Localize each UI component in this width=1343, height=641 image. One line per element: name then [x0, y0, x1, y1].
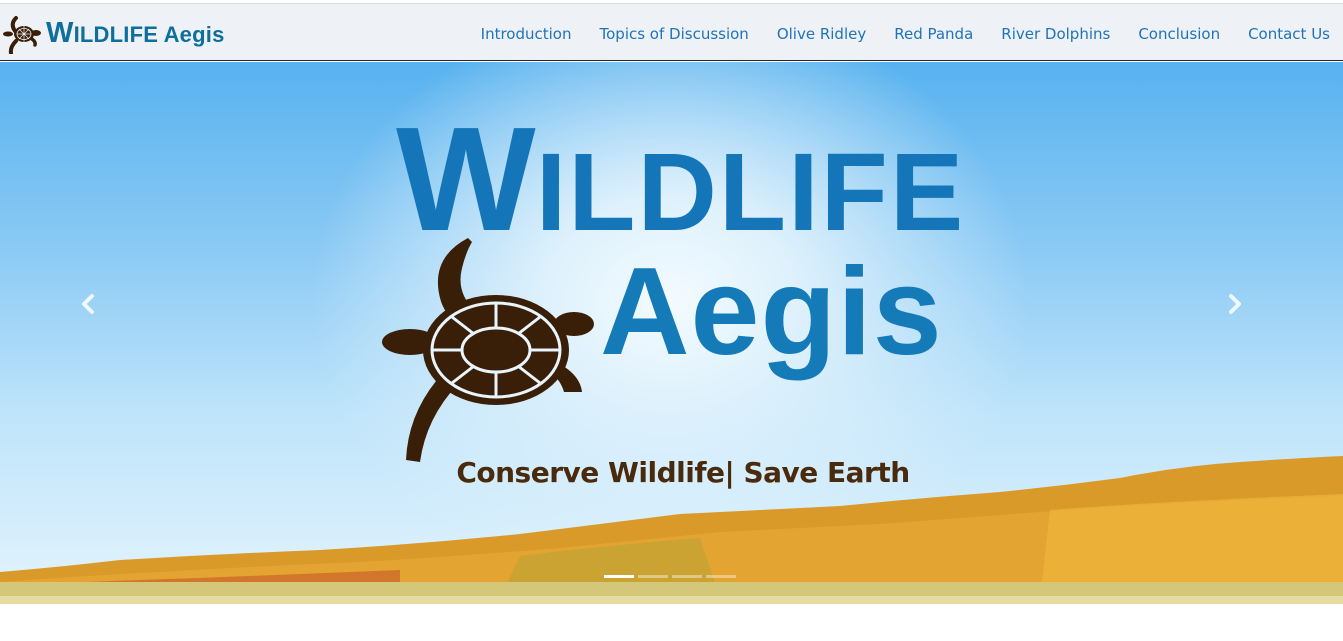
nav-item-topics: Topics of Discussion [600, 24, 749, 43]
hero-tagline: Conserve Wildlife| Save Earth [456, 456, 910, 489]
main-nav: Introduction Topics of Discussion Olive … [453, 4, 1330, 62]
nav-link-contact-us[interactable]: Contact Us [1248, 25, 1330, 43]
carousel-prev-button[interactable] [78, 286, 118, 322]
nav-item-olive-ridley: Olive Ridley [777, 24, 866, 43]
brand-initial: W [46, 16, 74, 49]
field-highlight [0, 596, 1343, 604]
nav-item-contact-us: Contact Us [1248, 24, 1330, 43]
brand-name-rest: ILDLIFE [73, 21, 159, 47]
brand-name: WILDLIFE Aegis [46, 17, 225, 50]
carousel-indicator-4[interactable] [706, 575, 736, 578]
hero-carousel: WILDLIFE Aegis Conserve Wildlife| Save E… [0, 62, 1343, 604]
turtle-icon [3, 16, 41, 54]
brand-logo[interactable]: WILDLIFE Aegis [2, 12, 225, 54]
hero-subtitle: Aegis [600, 243, 943, 381]
hero-title: WILDLIFE [396, 106, 965, 254]
nav-item-river-dolphins: River Dolphins [1001, 24, 1110, 43]
nav-item-introduction: Introduction [481, 24, 572, 43]
nav-item-red-panda: Red Panda [894, 24, 973, 43]
chevron-right-icon [1229, 294, 1241, 314]
hero-title-rest: ILDLIFE [535, 131, 966, 254]
brand-name-second: Aegis [163, 21, 225, 47]
carousel-indicator-1[interactable] [604, 575, 634, 578]
nav-link-conclusion[interactable]: Conclusion [1138, 25, 1220, 43]
hero-turtle-graphic [382, 238, 594, 462]
carousel-indicators [604, 575, 740, 578]
nav-link-river-dolphins[interactable]: River Dolphins [1001, 25, 1110, 43]
carousel-indicator-3[interactable] [672, 575, 702, 578]
carousel-indicator-2[interactable] [638, 575, 668, 578]
nav-link-red-panda[interactable]: Red Panda [894, 25, 973, 43]
nav-link-topics-of-discussion[interactable]: Topics of Discussion [600, 25, 749, 43]
top-navbar: WILDLIFE Aegis Introduction Topics of Di… [0, 3, 1343, 61]
hero-title-initial: W [396, 97, 536, 262]
nav-item-conclusion: Conclusion [1138, 24, 1220, 43]
nav-link-introduction[interactable]: Introduction [481, 25, 572, 43]
carousel-next-button[interactable] [1225, 286, 1265, 322]
chevron-left-icon [82, 294, 94, 314]
nav-link-olive-ridley[interactable]: Olive Ridley [777, 25, 866, 43]
